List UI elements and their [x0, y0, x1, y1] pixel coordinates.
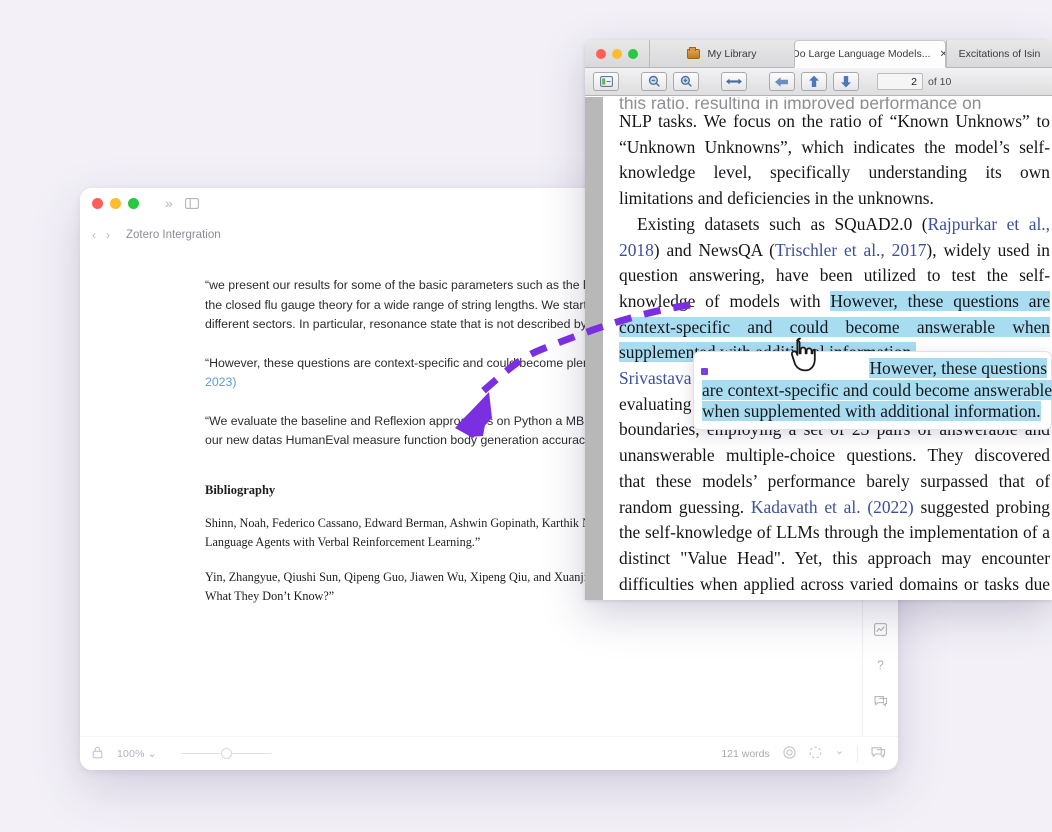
breadcrumb-path[interactable]: Zotero Intergration	[126, 229, 221, 241]
pdf-p2-plain-1: Existing datasets such as SQuAD2.0 (	[637, 213, 928, 234]
toggle-sidebar-button[interactable]	[593, 72, 619, 91]
maximize-window-button[interactable]	[128, 197, 139, 209]
zotero-pdf-window: My Library Do Large Language Models... ✕…	[585, 40, 1052, 600]
comment-bubble-icon[interactable]	[871, 746, 886, 762]
sidebar-panel-icon[interactable]	[184, 197, 199, 209]
view-options-icon[interactable]	[809, 746, 822, 762]
highlight-annotation-card[interactable]: However, these questions are context-spe…	[693, 351, 1052, 430]
highlight-card-line-3: when supplemented with additional inform…	[702, 401, 1041, 421]
pdf-tab-bar: My Library Do Large Language Models... ✕…	[585, 40, 1052, 68]
zoom-level-label[interactable]: 100% ⌄	[117, 748, 157, 760]
zoom-slider[interactable]	[180, 747, 271, 760]
previous-page-button[interactable]	[801, 72, 827, 91]
back-button[interactable]	[769, 72, 795, 91]
pdf-close-window-button[interactable]	[596, 48, 606, 59]
page-number-field: 2 of 10	[877, 73, 951, 90]
lock-icon[interactable]	[92, 746, 103, 762]
pdf-ref-trischler[interactable]: Trischler et al., 2017	[775, 240, 926, 260]
highlight-card-line-2: are context-specific and could become an…	[702, 379, 1052, 400]
comments-icon[interactable]	[871, 692, 891, 710]
minimize-window-button[interactable]	[110, 197, 121, 209]
editor-status-bar: 100% ⌄ 121 words ⌄	[80, 736, 898, 770]
focus-mode-icon[interactable]	[783, 745, 796, 762]
highlight-card-line-1: However, these questions	[869, 358, 1047, 378]
zoom-slider-knob[interactable]	[220, 747, 232, 759]
nav-forward-button[interactable]: ›	[106, 228, 110, 242]
pdf-ref-kadavath[interactable]: Kadavath et al. (2022)	[751, 497, 914, 517]
page-number-input[interactable]: 2	[877, 73, 923, 90]
word-count-label: 121 words	[721, 747, 770, 760]
tab-do-large-language-models[interactable]: Do Large Language Models... ✕	[794, 40, 946, 68]
help-icon[interactable]: ?	[871, 656, 891, 674]
status-divider	[857, 744, 858, 763]
pdf-page-sheet: this ratio, resulting in improved perfor…	[603, 97, 1052, 600]
screenshot-stage: » ‹ › Zotero Intergration “we present ou…	[0, 0, 1052, 832]
nav-back-button[interactable]: ‹	[92, 228, 96, 242]
library-folder-icon	[687, 46, 701, 59]
pdf-maximize-window-button[interactable]	[628, 48, 638, 59]
pdf-p2-plain-2: ) and NewsQA (	[653, 239, 775, 260]
zoom-out-button[interactable]	[641, 72, 667, 91]
editor-traffic-lights	[92, 197, 139, 209]
pdf-clipped-top-line: this ratio, resulting in improved perfor…	[619, 97, 982, 109]
close-window-button[interactable]	[92, 197, 103, 209]
pointing-hand-cursor	[790, 337, 816, 372]
insights-chart-icon[interactable]	[871, 620, 891, 638]
fit-width-button[interactable]	[721, 72, 747, 91]
page-total-label: of 10	[928, 75, 952, 88]
drag-handle[interactable]	[701, 368, 708, 375]
expand-chevrons-icon[interactable]: »	[165, 196, 173, 210]
pdf-traffic-lights	[585, 40, 649, 67]
pdf-paragraph-1: NLP tasks. We focus on the ratio of “Kno…	[619, 111, 1050, 209]
pdf-minimize-window-button[interactable]	[612, 48, 622, 59]
view-options-caret-icon[interactable]: ⌄	[835, 744, 844, 757]
tab-excitations-of-ising-label: Excitations of Isin	[958, 47, 1041, 60]
pdf-paragraph-2: Existing datasets such as SQuAD2.0 (Rajp…	[619, 212, 1050, 366]
pdf-toolbar: 2 of 10	[585, 68, 1052, 96]
status-left-group: 100% ⌄	[92, 746, 271, 762]
pdf-page-viewport[interactable]: this ratio, resulting in improved perfor…	[585, 97, 1052, 600]
zoom-in-button[interactable]	[673, 72, 699, 91]
next-page-button[interactable]	[833, 72, 859, 91]
status-right-group: 121 words ⌄	[721, 744, 898, 763]
tab-excitations-of-ising[interactable]: Excitations of Isin	[946, 40, 1052, 67]
tab-my-library[interactable]: My Library	[649, 40, 794, 67]
tab-do-large-language-models-label: Do Large Language Models...	[794, 48, 931, 60]
tab-my-library-label: My Library	[707, 47, 757, 60]
